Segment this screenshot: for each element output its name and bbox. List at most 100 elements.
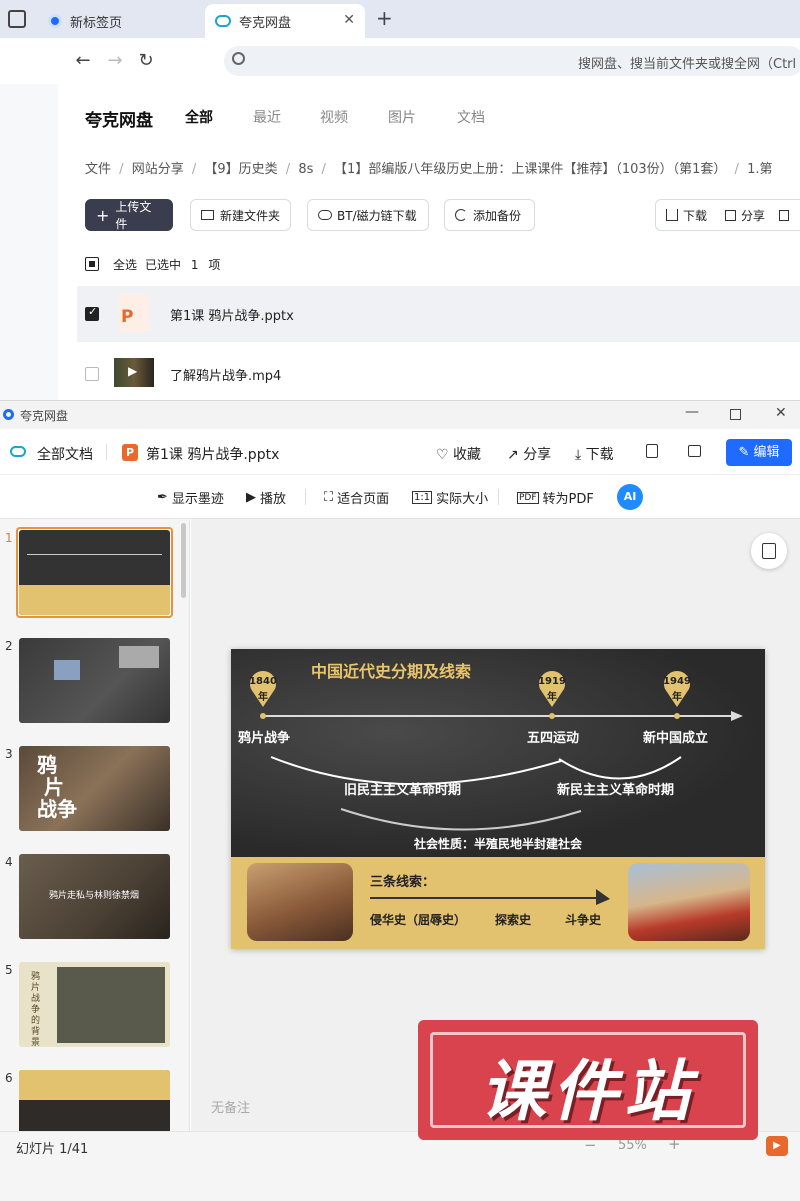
file-checkbox[interactable]: ✓ — [85, 305, 99, 321]
divider — [106, 444, 107, 460]
open-external-icon[interactable] — [646, 444, 658, 458]
selected-count: 1 — [190, 258, 199, 272]
thumb-band — [19, 585, 170, 615]
file-checkbox[interactable] — [85, 367, 99, 381]
divider — [498, 489, 499, 505]
file-name[interactable]: 了解鸦片战争.mp4 — [170, 365, 281, 384]
breadcrumb-sep: / — [119, 162, 124, 177]
viewer-header: 全部文档 P 第1课 鸦片战争.pptx ♡ 收藏 ↗ 分享 ⤓ 下载 ✎ 编辑 — [0, 429, 800, 475]
bt-download-button[interactable]: BT/磁力链下载 — [307, 199, 429, 231]
tab-docs[interactable]: 文档 — [457, 107, 485, 127]
edit-button[interactable]: ✎ 编辑 — [726, 439, 792, 466]
slide-thumbnail[interactable] — [19, 638, 170, 723]
maximize-icon[interactable] — [730, 409, 741, 420]
select-all-checkbox[interactable] — [85, 257, 99, 271]
fit-page-button[interactable]: ⛶ 适合页面 — [324, 488, 389, 507]
breadcrumb-item[interactable]: 网站分享 — [132, 162, 184, 177]
bracket-right — [558, 756, 682, 780]
partial-check-mark — [89, 261, 95, 267]
tab-image[interactable]: 图片 — [388, 107, 416, 127]
tab-search-icon[interactable] — [8, 10, 26, 28]
tab-recent[interactable]: 最近 — [253, 107, 281, 127]
new-folder-label: 新建文件夹 — [220, 208, 281, 223]
share-label[interactable]: 分享 — [741, 207, 765, 224]
download-label: 下载 — [585, 447, 614, 463]
close-window-icon[interactable]: ✕ — [775, 405, 787, 421]
slide-thumbnail-panel[interactable]: 1 2 3 鸦 片战争 4 鸦片走私与林则徐禁烟 5 鸦片战争的背景 6 — [0, 519, 190, 1131]
slide-tools-button[interactable] — [751, 533, 787, 569]
download-label[interactable]: 下载 — [683, 207, 707, 224]
play-icon: ▶ — [128, 364, 138, 378]
timeline-arrow — [731, 711, 743, 721]
actual-size-button[interactable]: 1:1 实际大小 — [412, 488, 488, 507]
year-pin-1919: 1919 年 — [537, 671, 567, 707]
breadcrumb-item[interactable]: 【9】历史类 — [204, 162, 277, 177]
file-row[interactable]: ✓ P 第1课 鸦片战争.pptx — [77, 286, 800, 342]
convert-pdf-button[interactable]: PDF 转为PDF — [517, 488, 594, 507]
favorite-button[interactable]: ♡ 收藏 — [436, 444, 481, 464]
download-icon[interactable] — [666, 209, 678, 221]
minimize-icon[interactable]: — — [685, 404, 699, 420]
address-bar-area: ← → ↻ 搜网盘、搜当前文件夹或搜全网（Ctrl + — [0, 38, 800, 84]
breadcrumb-fade — [784, 150, 800, 180]
upload-label: 上传文件 — [115, 200, 152, 231]
slide-thumbnail[interactable] — [19, 1070, 170, 1131]
tab-all[interactable]: 全部 — [185, 107, 213, 127]
reload-icon[interactable]: ↻ — [133, 48, 159, 74]
ink-label: 显示墨迹 — [171, 492, 224, 507]
file-name[interactable]: 第1课 鸦片战争.pptx — [170, 305, 294, 324]
favorite-label: 收藏 — [453, 447, 482, 463]
forward-icon[interactable]: → — [102, 48, 128, 74]
back-icon[interactable]: ← — [70, 48, 96, 74]
new-folder-button[interactable]: 新建文件夹 — [190, 199, 291, 231]
tab-video[interactable]: 视频 — [320, 107, 348, 127]
slide-thumbnail[interactable]: 鸦 片战争 — [19, 746, 170, 831]
breadcrumb-item[interactable]: 1.第 — [747, 162, 772, 177]
play-slideshow-icon[interactable]: ▶ — [766, 1136, 788, 1156]
slide-thumbnail[interactable]: 鸦片走私与林则徐禁烟 — [19, 854, 170, 939]
timeline-dot — [674, 713, 680, 719]
breadcrumb-item[interactable]: 【1】部编版八年级历史上册：上课课件【推荐】（103份）（第1套） — [334, 162, 726, 177]
viewer-file-name: 第1课 鸦片战争.pptx — [146, 447, 280, 463]
all-docs-link[interactable]: 全部文档 — [37, 444, 93, 464]
feedback-icon[interactable] — [688, 445, 701, 457]
ai-button[interactable]: AI — [617, 484, 643, 510]
add-backup-button[interactable]: 添加备份 — [444, 199, 535, 231]
bracket-bottom — [340, 808, 582, 831]
slide-thumbnail[interactable] — [19, 530, 170, 615]
viewer-toolbar: ✒ 显示墨迹 ▶ 播放 ⛶ 适合页面 1:1 实际大小 PDF 转为PDF AI — [0, 475, 800, 519]
thumb-number: 1 — [5, 531, 13, 545]
tab-quark-pan[interactable]: 夸克网盘 ✕ — [205, 4, 365, 38]
select-all-label[interactable]: 全选 — [113, 256, 137, 273]
upload-button[interactable]: + 上传文件 — [85, 199, 173, 231]
share-icon[interactable] — [725, 209, 737, 221]
browser-logo-icon — [48, 14, 62, 28]
thread-item: 侵华史（屈辱史） — [370, 913, 467, 927]
pdf-label: 转为PDF — [542, 492, 594, 507]
show-ink-button[interactable]: ✒ 显示墨迹 — [157, 488, 224, 507]
slide-counter: 幻灯片 1/41 — [16, 1142, 89, 1157]
more-icon[interactable] — [779, 209, 790, 221]
breadcrumb-item[interactable]: 8s — [298, 162, 313, 177]
close-icon[interactable]: ✕ — [343, 12, 355, 28]
tab-new-tab[interactable]: 新标签页 — [40, 4, 200, 38]
play-button[interactable]: ▶ 播放 — [246, 488, 286, 507]
download-button[interactable]: ⤓ 下载 — [575, 444, 614, 464]
thumbnail-scrollbar[interactable] — [181, 523, 186, 598]
thumb-photo — [119, 646, 159, 668]
slide-thumbnail[interactable]: 鸦片战争的背景 — [19, 962, 170, 1047]
breadcrumb: 文件 / 网站分享 / 【9】历史类 / 8s / 【1】部编版八年级历史上册：… — [85, 158, 772, 177]
ink-icon: ✒ — [157, 490, 168, 505]
pencil-icon: ✎ — [738, 445, 750, 460]
file-row[interactable]: ▶ 了解鸦片战争.mp4 — [77, 344, 800, 400]
threads-arrow-head — [596, 889, 610, 905]
breadcrumb-item[interactable]: 文件 — [85, 162, 111, 177]
search-input[interactable]: 搜网盘、搜当前文件夹或搜全网（Ctrl + — [224, 46, 800, 76]
thumb-number: 2 — [5, 639, 13, 653]
bt-label: BT/磁力链下载 — [337, 208, 417, 223]
notes-placeholder[interactable]: 无备注 — [211, 1097, 250, 1116]
viewer-window-title: 夸克网盘 — [20, 409, 69, 423]
share-button[interactable]: ↗ 分享 — [507, 444, 551, 464]
new-tab-button[interactable]: + — [376, 6, 393, 30]
selected-status: 已选中 1 项 — [145, 256, 220, 273]
